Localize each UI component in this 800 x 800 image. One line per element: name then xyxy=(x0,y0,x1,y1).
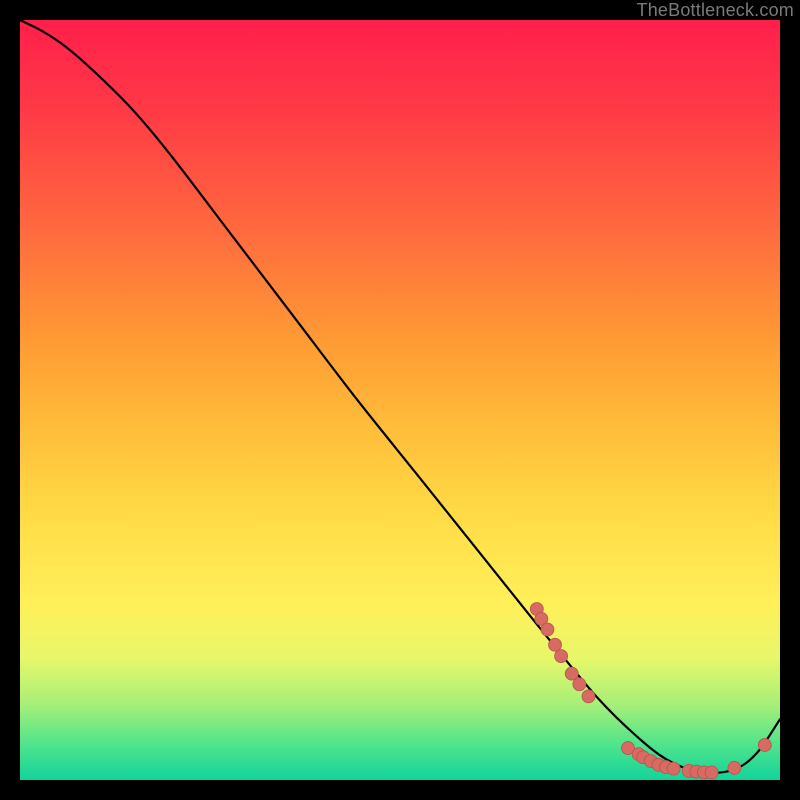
curve-markers xyxy=(530,603,771,779)
data-point xyxy=(728,761,741,774)
data-point xyxy=(705,766,718,779)
plot-area xyxy=(20,20,780,780)
data-point xyxy=(758,739,771,752)
data-point xyxy=(573,678,586,691)
data-point xyxy=(555,650,568,663)
data-point xyxy=(667,762,680,775)
data-point xyxy=(582,690,595,703)
curve-line xyxy=(20,20,780,773)
watermark-text: TheBottleneck.com xyxy=(637,0,794,21)
chart-svg xyxy=(20,20,780,780)
stage: TheBottleneck.com xyxy=(0,0,800,800)
data-point xyxy=(549,638,562,651)
data-point xyxy=(541,623,554,636)
